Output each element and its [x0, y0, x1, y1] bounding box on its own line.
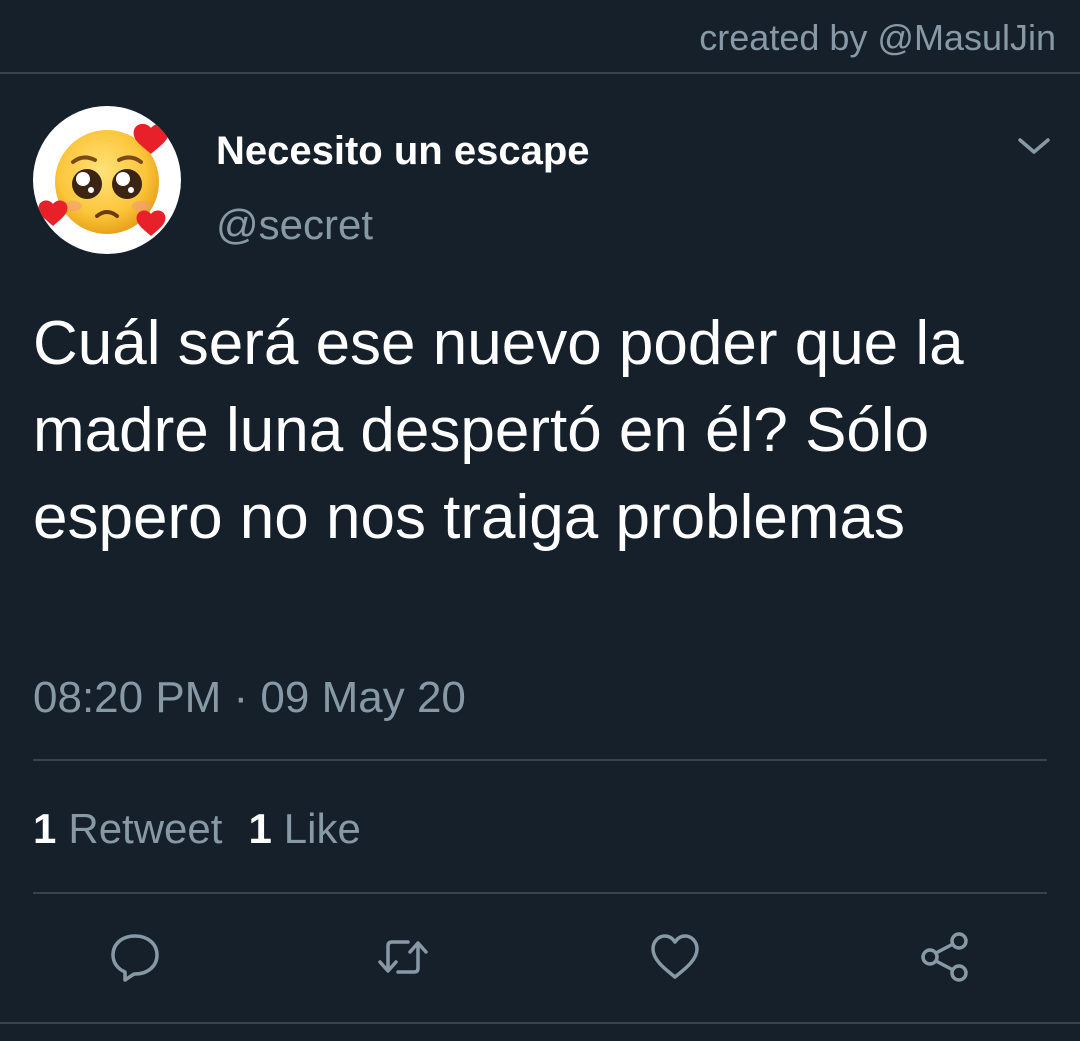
author-display-name[interactable]: Necesito un escape [216, 127, 590, 175]
tweet-text: Cuál será ese nuevo poder que la madre l… [33, 309, 964, 552]
likes-stat[interactable]: 1 Like [248, 804, 360, 854]
retweet-icon [378, 940, 428, 974]
share-button[interactable] [918, 930, 972, 984]
author-handle[interactable]: @secret [216, 200, 373, 250]
divider [33, 759, 1047, 761]
retweets-label: Retweet [68, 805, 223, 852]
reply-button[interactable] [108, 930, 162, 984]
retweet-button[interactable] [376, 930, 430, 984]
credit-text: created by @MasulJin [699, 17, 1056, 58]
like-icon [651, 934, 699, 979]
retweets-stat[interactable]: 1 Retweet [33, 804, 222, 854]
tweet-timestamp[interactable]: 08:20 PM · 09 May 20 [33, 672, 466, 724]
likes-label: Like [283, 805, 361, 852]
likes-count: 1 [248, 805, 272, 852]
retweets-count: 1 [33, 805, 57, 852]
pleading-face-emoji-icon [38, 123, 169, 236]
engagement-stats: 1 Retweet 1 Like [33, 804, 387, 854]
share-icon [921, 932, 968, 982]
like-button[interactable] [648, 930, 702, 984]
avatar[interactable] [33, 106, 181, 254]
tweet-screenshot: created by @MasulJin Necesito un escape … [0, 0, 1080, 1041]
chevron-down-icon[interactable] [1014, 130, 1054, 162]
divider [0, 1022, 1080, 1024]
divider [33, 892, 1047, 894]
credit-bar: created by @MasulJin [0, 0, 1080, 74]
reply-icon [111, 934, 159, 982]
